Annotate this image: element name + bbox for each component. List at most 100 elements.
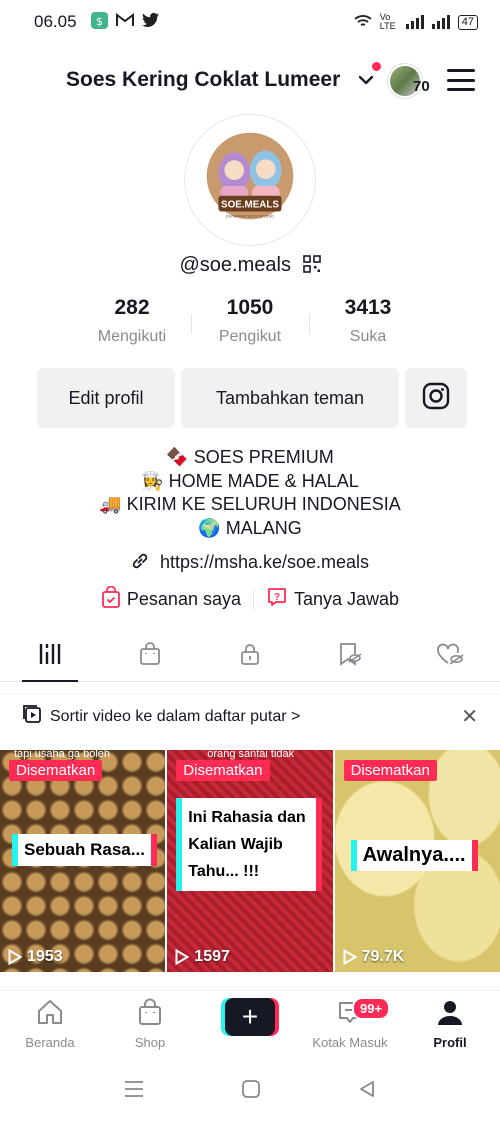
video-caption: Sebuah Rasa... [12, 834, 157, 866]
volte-label: Vo LTE [379, 12, 396, 31]
notification-dot [372, 62, 381, 71]
tab-private[interactable] [200, 632, 300, 681]
pinned-badge: Disematkan [343, 760, 437, 781]
bio-link-row[interactable]: https://msha.ke/soe.meals [0, 552, 500, 575]
shop-bag-icon [138, 642, 162, 671]
nav-profile-label: Profil [433, 1035, 467, 1050]
video-thumbnail[interactable]: Disematkan Awalnya.... 79.7K [334, 750, 500, 972]
svg-text:$: $ [96, 15, 103, 28]
stat-likes[interactable]: 3413 Suka [309, 296, 427, 346]
nav-inbox[interactable]: 99+ Kotak Masuk [300, 991, 400, 1058]
playlist-icon [22, 704, 42, 729]
signal-icon-2 [431, 15, 450, 29]
instagram-button[interactable] [405, 368, 467, 428]
video-caption: Ini Rahasia dan Kalian Wajib Tahu... !!! [176, 798, 323, 891]
profile-stats: 282 Mengikuti 1050 Pengikut 3413 Suka [0, 296, 500, 346]
bio-line: 🌍 MALANG [198, 517, 302, 538]
app-notification-icon: $ [90, 11, 108, 33]
view-count-value: 79.7K [361, 948, 405, 965]
shop-icon [136, 998, 164, 1029]
hamburger-menu-icon[interactable] [447, 69, 475, 91]
username-row: @soe.meals [0, 254, 500, 279]
create-button[interactable]: + [221, 998, 279, 1036]
video-thumbnail[interactable]: tapi usaha ga boleh Disematkan Sebuah Ra… [0, 750, 166, 972]
clock: 06.05 [34, 12, 77, 31]
inbox-badge: 99+ [352, 997, 391, 1020]
playlist-banner-text: Sortir video ke dalam daftar putar > [50, 707, 301, 725]
recents-icon[interactable] [123, 1080, 145, 1103]
pinned-badge: Disematkan [176, 760, 270, 781]
avatar-tagline-text: EN MASAK SOLE STUDIO [226, 213, 274, 218]
nav-profile[interactable]: Profil [400, 991, 500, 1058]
back-icon[interactable] [357, 1079, 377, 1104]
status-bar: 06.05 $ Vo LTE 47 [0, 0, 500, 44]
tab-liked[interactable] [400, 632, 500, 681]
nav-shop-label: Shop [134, 1035, 166, 1050]
stat-following[interactable]: 282 Mengikuti [73, 296, 191, 346]
video-overlay-text: tapi usaha ga boleh [14, 750, 111, 760]
edit-profile-button[interactable]: Edit profil [37, 368, 175, 428]
profile-actions: Edit profil Tambahkan teman [37, 368, 467, 428]
plus-icon: + [225, 998, 275, 1036]
tab-shop[interactable] [100, 632, 200, 681]
question-icon: ? [266, 586, 288, 613]
play-icon [175, 949, 190, 965]
divider [253, 589, 254, 610]
play-icon [343, 949, 357, 965]
signal-icon-1 [405, 15, 424, 29]
nav-home[interactable]: Beranda [0, 991, 100, 1058]
profile-shortcuts: Pesanan saya ? Tanya Jawab [0, 585, 500, 613]
tab-videos[interactable] [0, 632, 100, 682]
lock-icon [238, 642, 262, 671]
following-label: Mengikuti [97, 328, 167, 345]
gmail-icon [115, 13, 134, 31]
followers-label: Pengikut [218, 328, 282, 345]
close-icon[interactable]: ✕ [461, 704, 478, 729]
qr-code-icon[interactable] [302, 255, 321, 279]
nav-home-label: Beranda [25, 1035, 75, 1050]
chevron-down-icon[interactable] [356, 70, 376, 95]
link-icon [131, 552, 149, 575]
pinned-badge: Disematkan [9, 760, 103, 781]
view-count-value: 1953 [27, 948, 63, 965]
profile-icon [436, 998, 464, 1029]
orders-shortcut[interactable]: Pesanan saya [101, 585, 241, 613]
qa-shortcut[interactable]: ? Tanya Jawab [266, 586, 399, 613]
followers-count: 1050 [226, 296, 274, 319]
playlist-banner[interactable]: Sortir video ke dalam daftar putar > ✕ [0, 694, 500, 738]
content-tabs [0, 632, 500, 682]
view-count: 1953 [8, 948, 63, 966]
likes-count: 3413 [344, 296, 392, 319]
tab-saved[interactable] [300, 632, 400, 681]
bio-line: 👩‍🍳 HOME MADE & HALAL [141, 470, 359, 491]
username: @soe.meals [179, 254, 291, 276]
stat-followers[interactable]: 1050 Pengikut [191, 296, 309, 346]
nav-create[interactable]: + [200, 991, 300, 1058]
orders-label: Pesanan saya [126, 589, 241, 609]
battery-icon: 47 [457, 14, 478, 30]
bottom-nav: Beranda Shop + 99+ Kotak Masuk Profil [0, 990, 500, 1058]
instagram-icon [422, 382, 450, 415]
view-count: 79.7K [343, 948, 405, 966]
home-button-icon[interactable] [241, 1079, 261, 1104]
bio-link[interactable]: https://msha.ke/soe.meals [160, 552, 369, 572]
likes-label: Suka [349, 328, 387, 345]
bio-line: 🍫 SOES PREMIUM [166, 447, 334, 467]
nav-shop[interactable]: Shop [100, 991, 200, 1058]
grid-icon [38, 643, 62, 670]
svg-text:?: ? [274, 592, 280, 603]
view-count-value: 1597 [194, 948, 230, 965]
hidden-heart-icon [436, 642, 464, 671]
profile-avatar[interactable]: SOE.MEALS EN MASAK SOLE STUDIO [184, 114, 316, 246]
qa-label: Tanya Jawab [294, 589, 400, 609]
avatar-brand-text: SOE.MEALS [221, 200, 279, 211]
bio: 🍫 SOES PREMIUM 👩‍🍳 HOME MADE & HALAL 🚚 K… [0, 446, 500, 540]
video-thumbnail[interactable]: orang santai tidak sukses Disematkan Ini… [167, 750, 333, 972]
system-nav [0, 1062, 500, 1121]
add-friends-button[interactable]: Tambahkan teman [181, 368, 399, 428]
account-switcher-title[interactable]: Soes Kering Coklat Lumeer [66, 68, 340, 92]
story-count: 70 [413, 78, 430, 95]
home-icon [36, 998, 64, 1029]
video-grid: tapi usaha ga boleh Disematkan Sebuah Ra… [0, 750, 500, 972]
wifi-icon [354, 14, 372, 31]
